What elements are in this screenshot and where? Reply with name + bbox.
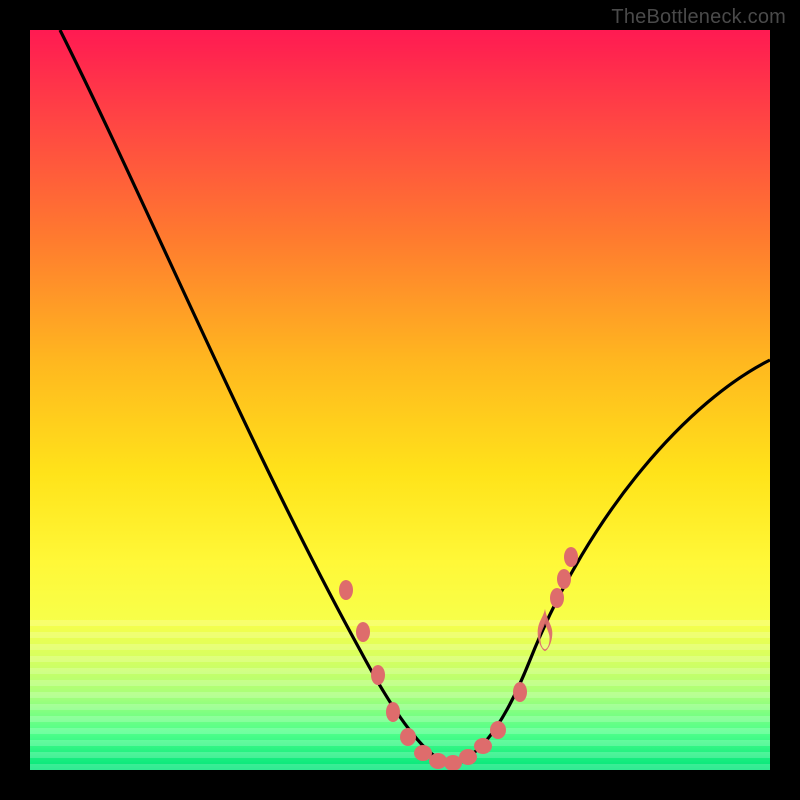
- plot-area: [30, 30, 770, 770]
- curve-marker-icon: [429, 753, 447, 769]
- watermark-text: TheBottleneck.com: [611, 6, 786, 29]
- curve-marker-icon: [557, 569, 571, 589]
- chart-frame: TheBottleneck.com: [0, 0, 800, 800]
- flame-icon: [534, 605, 556, 655]
- curve-marker-icon: [490, 721, 506, 739]
- curve-marker-icon: [386, 702, 400, 722]
- curve-layer: [30, 30, 770, 770]
- curve-marker-icon: [356, 622, 370, 642]
- curve-marker-icon: [550, 588, 564, 608]
- marker-group: [339, 547, 578, 770]
- bottleneck-curve-path: [60, 30, 770, 762]
- gradient-banding: [30, 620, 770, 770]
- curve-marker-icon: [459, 749, 477, 765]
- curve-marker-icon: [564, 547, 578, 567]
- curve-marker-icon: [371, 665, 385, 685]
- curve-marker-icon: [339, 580, 353, 600]
- curve-marker-icon: [474, 738, 492, 754]
- curve-marker-icon: [400, 728, 416, 746]
- curve-marker-icon: [414, 745, 432, 761]
- curve-marker-icon: [444, 755, 462, 770]
- curve-marker-icon: [513, 682, 527, 702]
